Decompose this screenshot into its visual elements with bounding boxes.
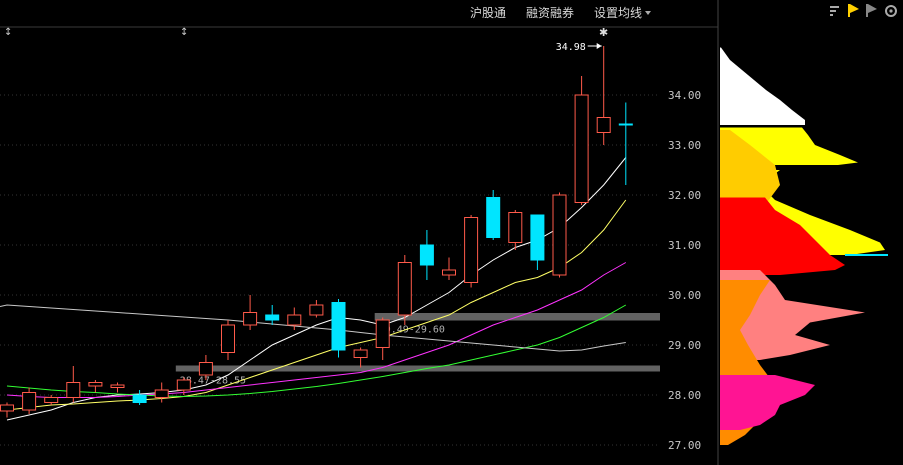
candle-body-up [221, 324, 235, 353]
candle [265, 305, 280, 325]
candle [309, 300, 324, 318]
candle-body-up [287, 314, 302, 326]
candle-body-down [486, 197, 501, 238]
set-ma-button[interactable]: 设置均线 [594, 6, 642, 20]
candle [243, 295, 258, 330]
candle-body-up [66, 382, 81, 398]
candle [66, 366, 81, 403]
candle-body-up [110, 384, 125, 388]
arrow-head-icon [596, 43, 602, 49]
candle-body-up [309, 304, 324, 316]
candle [88, 380, 103, 393]
toolbar-markers: ↕ ↕ ✱ [4, 26, 608, 39]
candle-body-up [0, 404, 14, 412]
candle [574, 76, 589, 205]
high-price-label: 34.98 [556, 42, 586, 53]
star-marker: ✱ [599, 26, 608, 39]
y-tick-label: 27.00 [668, 439, 701, 452]
stock-chart: 28.47-28.5529.49-29.60 27.0028.0029.0030… [0, 0, 897, 465]
candle-body-up [154, 389, 169, 398]
y-tick-label: 32.00 [668, 189, 701, 202]
candle-body-up [176, 379, 191, 391]
triangle-down-icon[interactable] [645, 11, 651, 15]
candle [221, 320, 235, 360]
candle-body-down [618, 123, 633, 126]
gear-icon[interactable] [885, 5, 897, 17]
ma-line-ma5 [6, 157, 627, 421]
y-tick-label: 30.00 [668, 289, 701, 302]
candle-body-down [331, 302, 346, 351]
high-annotation: 34.98 [556, 42, 602, 53]
y-tick-label: 31.00 [668, 239, 701, 252]
candle-body-up [596, 117, 611, 133]
candle [618, 102, 633, 185]
candle [552, 192, 567, 278]
price-grid [0, 26, 718, 446]
candle [0, 402, 14, 418]
candle-body-up [552, 194, 567, 276]
profile-icons [830, 4, 897, 17]
candlestick-series [0, 46, 633, 418]
candle [442, 257, 456, 280]
margin-trading-button[interactable]: 融资融券 [526, 5, 574, 20]
candle-body-down [419, 244, 434, 266]
candle [397, 255, 412, 325]
price-axis: 27.00 28.00 29.00 30.00 31.00 32.00 33.00 34.00 [668, 89, 701, 452]
ma-line-ma20 [6, 262, 627, 398]
volume-profile [720, 47, 888, 445]
candle-body-up [375, 319, 390, 348]
candle-body-down [265, 314, 280, 321]
candle-body-up [44, 397, 59, 403]
y-tick-label: 33.00 [668, 139, 701, 152]
candle-body-up [397, 262, 412, 316]
candle-body-up [464, 217, 479, 283]
profile-segment [720, 375, 815, 430]
candle [110, 382, 125, 393]
flag-yellow-icon[interactable] [848, 4, 859, 17]
y-tick-label: 28.00 [668, 389, 701, 402]
shanghai-connect-button[interactable]: 沪股通 [470, 6, 506, 20]
updown-marker-left: ↕ [4, 27, 12, 38]
candle [353, 347, 368, 368]
candle-body-up [88, 382, 103, 387]
candle-body-up [243, 312, 258, 326]
candle-body-up [574, 94, 589, 203]
candle [464, 215, 479, 288]
y-tick-label: 34.00 [668, 89, 701, 102]
candle [132, 390, 147, 405]
candle [530, 214, 545, 270]
candle [22, 387, 37, 414]
candle-body-up [353, 349, 368, 358]
candle [44, 395, 59, 405]
bars-icon[interactable] [830, 6, 839, 16]
y-tick-label: 29.00 [668, 339, 701, 352]
candle [508, 210, 523, 250]
candle [419, 230, 434, 280]
candle-body-down [530, 214, 545, 261]
candle-body-up [442, 269, 456, 276]
profile-segment [720, 47, 805, 125]
candle-body-up [508, 212, 523, 243]
candle-body-up [198, 362, 213, 376]
candle [331, 299, 346, 358]
updown-marker-mid: ↕ [180, 27, 188, 38]
candle [375, 317, 390, 360]
candle [486, 190, 501, 240]
moving-average-lines [0, 157, 627, 421]
candle-body-up [22, 392, 37, 411]
chart-toolbar: 沪股通 融资融券 设置均线 [470, 5, 651, 20]
flag-gray-icon[interactable] [866, 4, 877, 17]
candle-body-down [132, 394, 147, 403]
candle [154, 382, 169, 403]
